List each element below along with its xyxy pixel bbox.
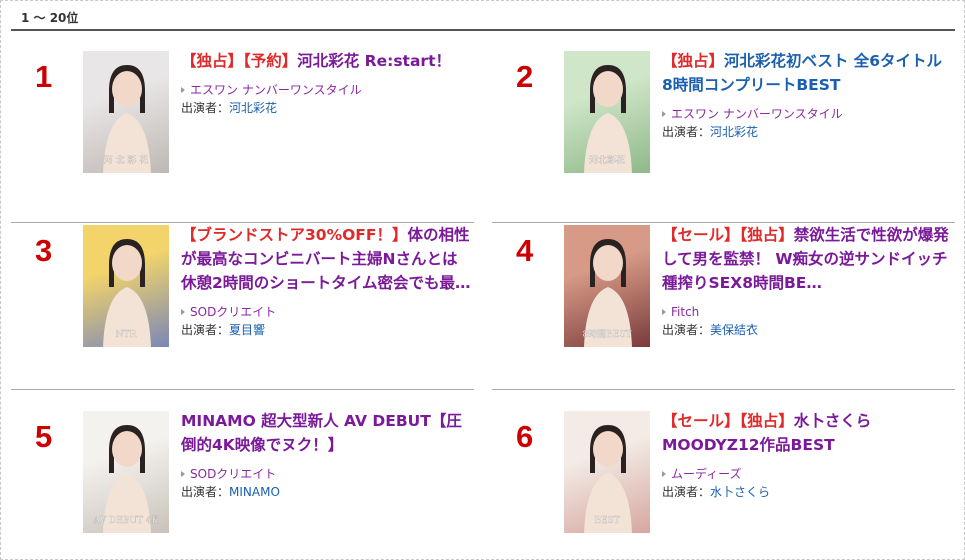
- actress-line: 出演者：MINAMO: [181, 483, 471, 501]
- cover-art: BEST: [584, 425, 632, 533]
- cover-text: 河 北 彩 花: [104, 154, 149, 166]
- cover-text: NTR: [116, 330, 137, 340]
- rank-number: 3: [35, 233, 53, 268]
- product-title[interactable]: 【ブランドストア30%OFF！】体の相性が最高なコンビニバート主婦Nさんとは休憩…: [181, 223, 471, 295]
- maker-link[interactable]: ムーディーズ: [662, 465, 952, 483]
- cover-text: BEST: [594, 516, 619, 526]
- title-tag[interactable]: 【セール】: [662, 226, 740, 244]
- maker-name[interactable]: ムーディーズ: [671, 467, 742, 481]
- ranking-item[interactable]: 5 AV DEBUT 4K MINAMO 超大型新人 AV DEBUT【圧倒的4…: [11, 411, 474, 536]
- title-tag[interactable]: 【独占】: [181, 52, 243, 70]
- ranking-item[interactable]: 1 河 北 彩 花 【独占】【予約】河北彩花 Re:start！ エスワン ナン…: [11, 51, 474, 223]
- actress-link[interactable]: 水卜さくら: [710, 485, 770, 499]
- rank-number: 2: [516, 59, 534, 94]
- actress-link[interactable]: 夏目響: [229, 323, 265, 337]
- title-tag[interactable]: 【独占】: [740, 412, 794, 430]
- product-thumbnail[interactable]: BEST: [564, 411, 650, 533]
- actress-link[interactable]: MINAMO: [229, 485, 280, 499]
- rank-number: 1: [35, 59, 53, 94]
- ranking-item[interactable]: 4 8時間BEST 【セール】【独占】禁欲生活で性欲が爆発して男を監禁！ W痴女…: [492, 225, 955, 390]
- product-title[interactable]: 【セール】【独占】水卜さくらMOODYZ12作品BEST: [662, 409, 952, 457]
- cover-figure-head: [112, 71, 142, 107]
- cover-figure-head: [593, 245, 623, 281]
- ranking-range-label: 1 〜 20位: [21, 11, 79, 25]
- cover-text: 河北彩花: [589, 154, 625, 166]
- maker-name[interactable]: SODクリエイト: [190, 305, 276, 319]
- ranking-header: 1 〜 20位: [11, 1, 955, 31]
- cover-text: 8時間BEST: [582, 329, 631, 340]
- ranking-item[interactable]: 3 NTR 【ブランドストア30%OFF！】体の相性が最高なコンビニバート主婦N…: [11, 225, 474, 390]
- title-tag[interactable]: 【予約】: [243, 52, 297, 70]
- rank-number: 5: [35, 419, 53, 454]
- cover-figure-head: [112, 431, 142, 467]
- title-tag[interactable]: 【ブランドストア30%OFF！】: [181, 226, 407, 244]
- maker-link[interactable]: エスワン ナンバーワンスタイル: [181, 81, 471, 99]
- triangle-bullet-icon: [181, 309, 185, 315]
- product-thumbnail[interactable]: 8時間BEST: [564, 225, 650, 347]
- actress-prefix: 出演者：: [662, 485, 711, 499]
- product-thumbnail[interactable]: 河北彩花: [564, 51, 650, 173]
- triangle-bullet-icon: [181, 87, 185, 93]
- cover-figure-head: [593, 431, 623, 467]
- cover-art: 河北彩花: [584, 65, 632, 173]
- actress-line: 出演者：水卜さくら: [662, 483, 952, 501]
- actress-link[interactable]: 河北彩花: [710, 125, 758, 139]
- maker-link[interactable]: Fitch: [662, 303, 952, 321]
- maker-name[interactable]: エスワン ナンバーワンスタイル: [190, 83, 362, 97]
- ranking-panel: 1 〜 20位 1 河 北 彩 花 【独占】【予約】河北彩花 Re:start！…: [0, 0, 965, 560]
- title-text[interactable]: 河北彩花 Re:start！: [297, 52, 451, 70]
- actress-line: 出演者：美保結衣: [662, 321, 952, 339]
- actress-prefix: 出演者：: [181, 323, 230, 337]
- triangle-bullet-icon: [181, 471, 185, 477]
- title-tag[interactable]: 【独占】: [662, 52, 724, 70]
- triangle-bullet-icon: [662, 111, 666, 117]
- cover-figure-head: [593, 71, 623, 107]
- rank-number: 4: [516, 233, 534, 268]
- maker-link[interactable]: SODクリエイト: [181, 303, 471, 321]
- ranking-item[interactable]: 6 BEST 【セール】【独占】水卜さくらMOODYZ12作品BEST ムーディ…: [492, 411, 955, 536]
- triangle-bullet-icon: [662, 471, 666, 477]
- actress-prefix: 出演者：: [662, 323, 711, 337]
- product-thumbnail[interactable]: 河 北 彩 花: [83, 51, 169, 173]
- product-title[interactable]: 【独占】【予約】河北彩花 Re:start！: [181, 49, 471, 73]
- product-thumbnail[interactable]: NTR: [83, 225, 169, 347]
- maker-name[interactable]: SODクリエイト: [190, 467, 276, 481]
- cover-text: AV DEBUT 4K: [93, 516, 159, 526]
- cover-art: NTR: [103, 239, 151, 347]
- rank-number: 6: [516, 419, 534, 454]
- cover-art: 河 北 彩 花: [103, 65, 151, 173]
- maker-link[interactable]: エスワン ナンバーワンスタイル: [662, 105, 952, 123]
- cover-figure-head: [112, 245, 142, 281]
- title-tag[interactable]: 【セール】: [662, 412, 740, 430]
- actress-link[interactable]: 河北彩花: [229, 101, 277, 115]
- actress-link[interactable]: 美保結衣: [710, 323, 758, 337]
- product-title[interactable]: 【独占】河北彩花初ベスト 全6タイトル8時間コンプリートBEST: [662, 49, 952, 97]
- actress-line: 出演者：夏目響: [181, 321, 471, 339]
- actress-prefix: 出演者：: [662, 125, 711, 139]
- cover-art: 8時間BEST: [582, 239, 632, 347]
- maker-link[interactable]: SODクリエイト: [181, 465, 471, 483]
- cover-art: AV DEBUT 4K: [92, 425, 159, 533]
- triangle-bullet-icon: [662, 309, 666, 315]
- product-title[interactable]: MINAMO 超大型新人 AV DEBUT【圧倒的4K映像でヌク！】: [181, 409, 471, 457]
- product-title[interactable]: 【セール】【独占】禁欲生活で性欲が爆発して男を監禁！ W痴女の逆サンドイッチ種搾…: [662, 223, 952, 295]
- actress-prefix: 出演者：: [181, 485, 230, 499]
- ranking-item[interactable]: 2 河北彩花 【独占】河北彩花初ベスト 全6タイトル8時間コンプリートBEST …: [492, 51, 955, 223]
- maker-name[interactable]: エスワン ナンバーワンスタイル: [671, 107, 843, 121]
- product-thumbnail[interactable]: AV DEBUT 4K: [83, 411, 169, 533]
- actress-line: 出演者：河北彩花: [662, 123, 952, 141]
- actress-line: 出演者：河北彩花: [181, 99, 471, 117]
- title-tag[interactable]: 【独占】: [740, 226, 794, 244]
- maker-name[interactable]: Fitch: [671, 305, 699, 319]
- title-text[interactable]: MINAMO 超大型新人 AV DEBUT【圧倒的4K映像でヌク！】: [181, 412, 462, 454]
- actress-prefix: 出演者：: [181, 101, 230, 115]
